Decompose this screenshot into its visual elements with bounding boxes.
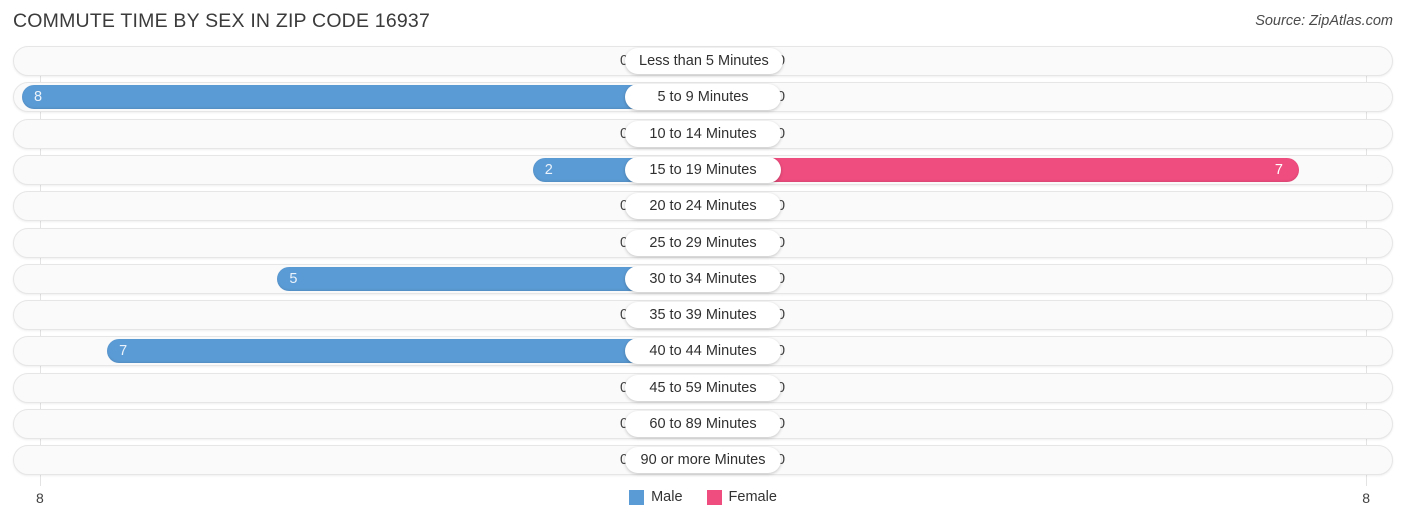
category-label: 30 to 34 Minutes: [625, 265, 781, 292]
table-row[interactable]: 0035 to 39 Minutes: [13, 300, 1393, 331]
page-title: COMMUTE TIME BY SEX IN ZIP CODE 16937: [13, 10, 431, 32]
row-inner: 5 0 30 to 34 Minutes: [14, 265, 1392, 293]
category-label: 45 to 59 Minutes: [625, 374, 781, 401]
table-row[interactable]: 0010 to 14 Minutes: [13, 118, 1393, 149]
bar-male[interactable]: [107, 339, 703, 364]
row-inner: 7 0 40 to 44 Minutes: [14, 337, 1392, 365]
legend-swatch-male-icon: [629, 489, 645, 505]
table-row[interactable]: 0090 or more Minutes: [13, 445, 1393, 476]
row-inner: 0025 to 29 Minutes: [14, 229, 1392, 257]
table-row[interactable]: 7 0 40 to 44 Minutes: [13, 336, 1393, 367]
value-label-male: 5: [289, 270, 298, 287]
legend-swatch-female-icon: [706, 489, 722, 505]
legend-item-female[interactable]: Female: [706, 489, 777, 505]
chart-header: COMMUTE TIME BY SEX IN ZIP CODE 16937 So…: [0, 0, 1406, 42]
category-label: 60 to 89 Minutes: [625, 411, 781, 437]
category-label: 5 to 9 Minutes: [625, 84, 781, 111]
table-row[interactable]: 805 to 9 Minutes: [13, 82, 1393, 113]
legend-label-male: Male: [651, 489, 683, 505]
row-inner: 0020 to 24 Minutes: [14, 192, 1392, 220]
table-row[interactable]: 2 7 15 to 19 Minutes: [13, 154, 1393, 185]
table-row[interactable]: 0025 to 29 Minutes: [13, 227, 1393, 258]
category-label: 20 to 24 Minutes: [625, 193, 781, 220]
category-label: 90 or more Minutes: [625, 447, 781, 474]
category-label: Less than 5 Minutes: [625, 48, 783, 74]
table-row[interactable]: 0060 to 89 Minutes: [13, 409, 1393, 439]
table-row[interactable]: 0045 to 59 Minutes: [13, 372, 1393, 403]
legend-label-female: Female: [728, 489, 777, 505]
bar-female[interactable]: [703, 157, 1299, 182]
row-inner: 0010 to 14 Minutes: [14, 120, 1392, 148]
source-attribution: Source: ZipAtlas.com: [1255, 13, 1393, 29]
table-row[interactable]: 00Less than 5 Minutes: [13, 46, 1393, 76]
value-label-female: 7: [1274, 161, 1283, 178]
chart-footer: 8 8 Male Female: [0, 486, 1406, 523]
table-row[interactable]: 0020 to 24 Minutes: [13, 191, 1393, 222]
value-label-male: 8: [34, 89, 43, 106]
category-label: 35 to 39 Minutes: [625, 302, 781, 329]
bar-male[interactable]: [22, 85, 703, 110]
chart-plot-area: 00Less than 5 Minutes 805 to 9 Minutes 001…: [0, 46, 1406, 486]
row-inner: 00Less than 5 Minutes: [14, 47, 1392, 75]
row-inner: 2 7 15 to 19 Minutes: [14, 156, 1392, 184]
row-inner: 0045 to 59 Minutes: [14, 374, 1392, 402]
row-inner: 0090 or more Minutes: [14, 446, 1392, 474]
category-label: 15 to 19 Minutes: [625, 156, 781, 183]
legend-item-male[interactable]: Male: [629, 489, 683, 505]
value-label-male: 2: [544, 161, 553, 178]
category-label: 10 to 14 Minutes: [625, 120, 781, 147]
category-label: 25 to 29 Minutes: [625, 229, 781, 256]
table-row[interactable]: 5 0 30 to 34 Minutes: [13, 263, 1393, 294]
category-label: 40 to 44 Minutes: [625, 338, 781, 365]
value-label-male: 7: [119, 343, 128, 360]
row-inner: 0060 to 89 Minutes: [14, 410, 1392, 438]
chart-legend: Male Female: [0, 489, 1406, 505]
row-inner: 805 to 9 Minutes: [14, 83, 1392, 111]
row-inner: 0035 to 39 Minutes: [14, 301, 1392, 329]
